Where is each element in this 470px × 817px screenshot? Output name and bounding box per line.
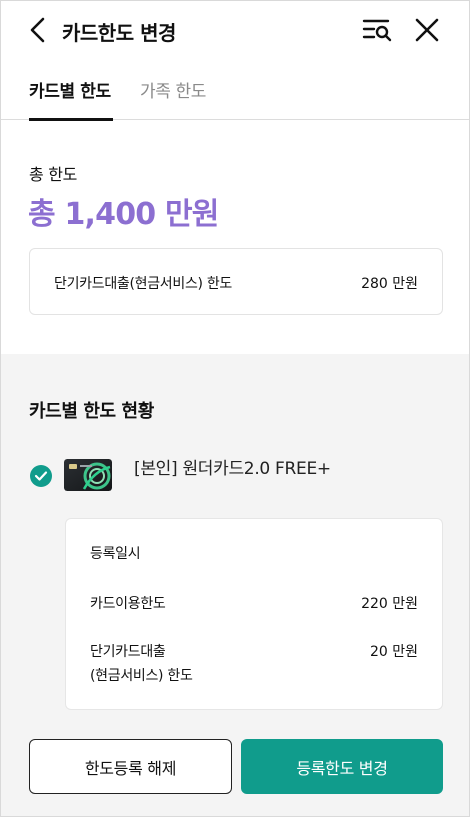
cash-service-limit-box: 단기카드대출(현금서비스) 한도 280 만원 xyxy=(29,248,443,315)
back-button[interactable] xyxy=(23,15,53,45)
tab-card-limit[interactable]: 카드별 한도 xyxy=(29,77,113,121)
registration-date-label: 등록일시 xyxy=(90,546,141,562)
close-button[interactable] xyxy=(411,14,443,46)
card-select-checkbox[interactable] xyxy=(30,465,52,487)
total-limit-amount: 총 1,400 만원 xyxy=(28,197,219,232)
cash-service-limit-value: 280 만원 xyxy=(361,276,418,292)
total-limit-label: 총 한도 xyxy=(29,165,78,184)
close-icon xyxy=(415,18,439,42)
tab-bar: 카드별 한도 가족 한도 xyxy=(1,59,469,121)
tab-family-limit[interactable]: 가족 한도 xyxy=(140,77,206,120)
card-image xyxy=(64,459,112,491)
card-detail-box: 등록일시 카드이용한도 220 만원 단기카드대출 (현금서비스) 한도 20 … xyxy=(65,518,443,710)
check-icon xyxy=(34,471,48,481)
card-cash-limit-label-line2: (현금서비스) 한도 xyxy=(90,668,193,684)
change-limit-registration-button[interactable]: 등록한도 변경 xyxy=(241,739,443,794)
usage-limit-label: 카드이용한도 xyxy=(90,596,166,612)
page-title: 카드한도 변경 xyxy=(62,21,176,45)
cancel-limit-registration-button[interactable]: 한도등록 해제 xyxy=(29,739,232,794)
chevron-left-icon xyxy=(30,17,45,43)
list-search-button[interactable] xyxy=(361,15,393,45)
card-cash-limit-label: 단기카드대출 xyxy=(90,644,166,660)
header: 카드한도 변경 xyxy=(1,1,469,59)
card-name: [본인] 원더카드2.0 FREE+ xyxy=(134,459,331,479)
card-cash-limit-value: 20 만원 xyxy=(369,644,418,660)
cash-service-limit-label: 단기카드대출(현금서비스) 한도 xyxy=(54,276,233,292)
usage-limit-value: 220 만원 xyxy=(361,596,418,612)
app-frame: 카드한도 변경 카드별 한도 가족 한도 총 한도 총 1,400 만원 단기카… xyxy=(0,0,470,817)
list-search-icon xyxy=(362,19,392,42)
section-title: 카드별 한도 현황 xyxy=(29,401,154,422)
